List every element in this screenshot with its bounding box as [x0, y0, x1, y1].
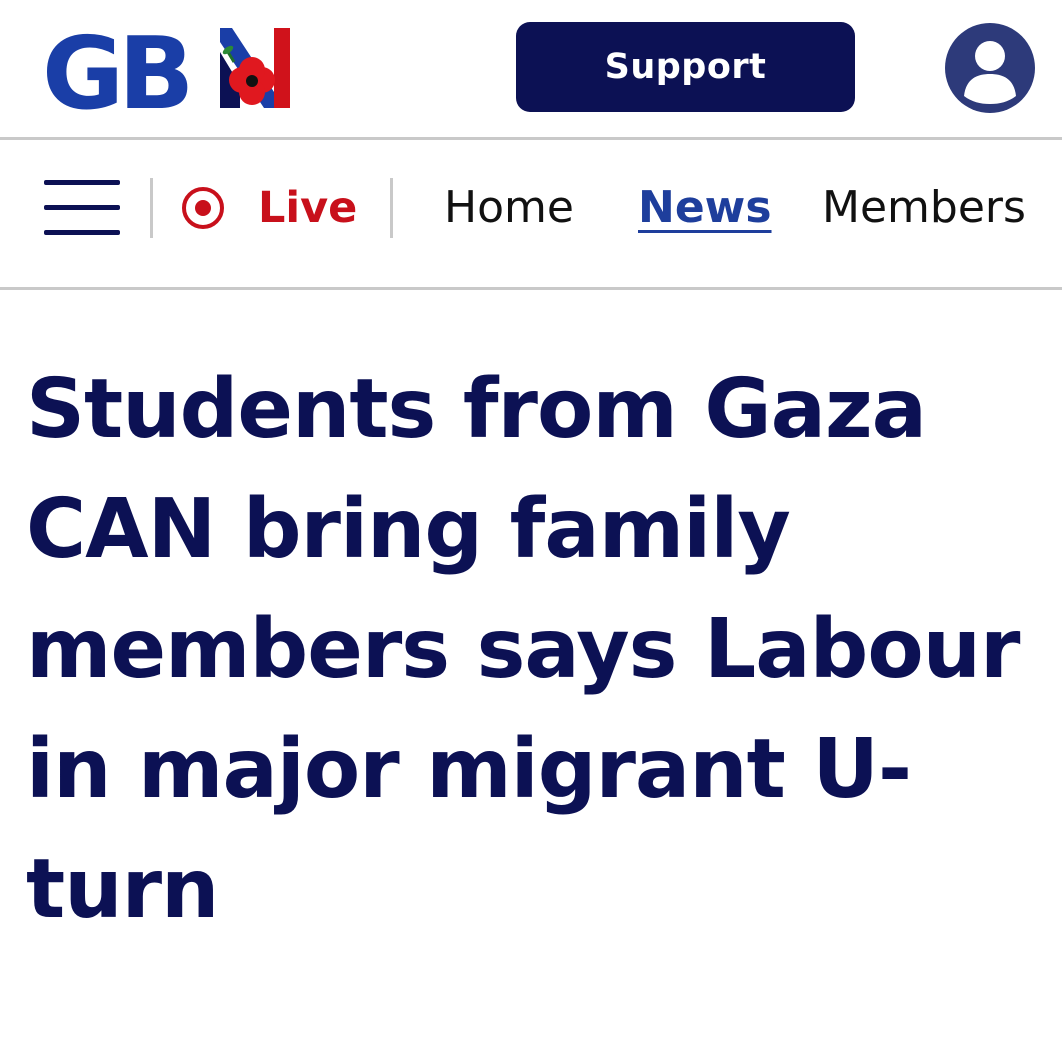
- main-navigation: Live Home News Members: [0, 140, 1062, 290]
- nav-divider: [390, 178, 393, 238]
- logo-text: GB: [42, 22, 188, 114]
- support-button[interactable]: Support: [516, 22, 855, 112]
- live-label: Live: [258, 183, 358, 233]
- live-dot-icon: [182, 187, 224, 229]
- user-avatar-icon[interactable]: [944, 22, 1036, 114]
- nav-link-home[interactable]: Home: [444, 178, 574, 238]
- gb-news-logo[interactable]: GB: [42, 22, 294, 114]
- nav-link-members[interactable]: Members: [822, 178, 1026, 238]
- nav-divider: [150, 178, 153, 238]
- top-header: GB Support: [0, 0, 1062, 140]
- live-link[interactable]: Live: [180, 180, 357, 236]
- article-headline: Students from Gaza CAN bring family memb…: [26, 362, 1020, 937]
- hamburger-menu-icon[interactable]: [44, 176, 120, 238]
- nav-link-news[interactable]: News: [638, 178, 772, 238]
